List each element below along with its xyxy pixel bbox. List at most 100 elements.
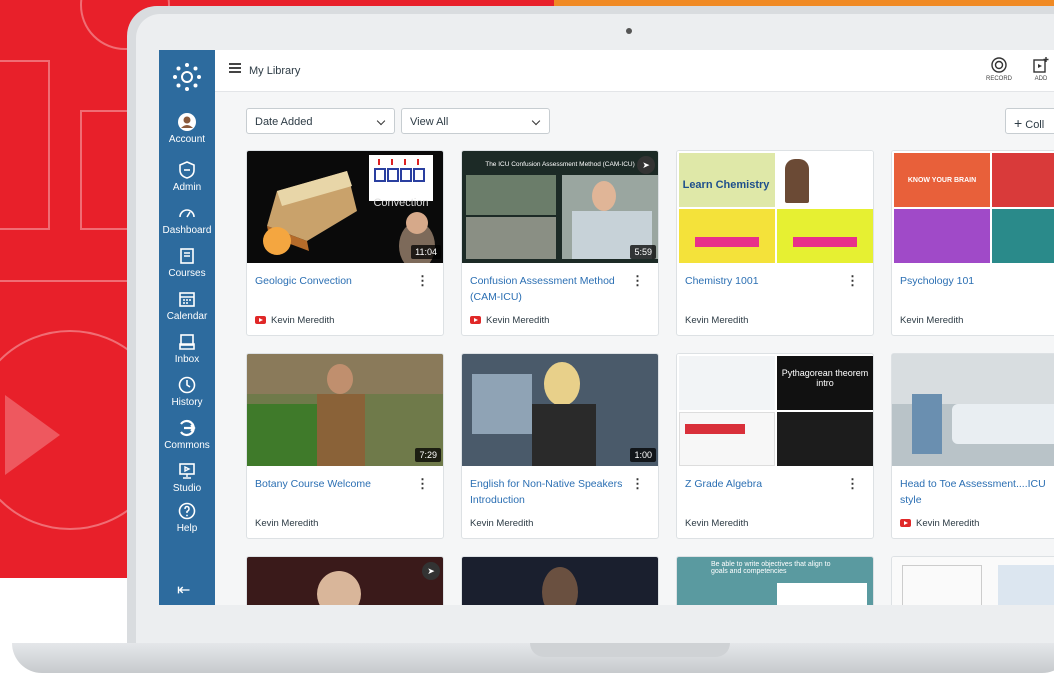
card-title[interactable]: Confusion Assessment Method (CAM-ICU)	[470, 273, 630, 305]
video-thumbnail[interactable]: ➤	[247, 557, 443, 605]
thumb-quadrant	[992, 153, 1054, 207]
card-title[interactable]: Botany Course Welcome	[255, 476, 415, 492]
owner-name: Kevin Meredith	[900, 315, 964, 326]
collapse-nav-icon[interactable]: ⇤	[177, 580, 190, 600]
video-thumbnail[interactable]: The ICU Confusion Assessment Method (CAM…	[462, 151, 658, 263]
add-button[interactable]: ADD	[1021, 56, 1054, 82]
media-card[interactable]: Learn Chemistry Chemistry 1001 ⋮ Kevin M…	[676, 150, 874, 336]
thumb-quadrant	[894, 209, 990, 263]
decor-rect	[0, 60, 50, 230]
nav-admin[interactable]: Admin	[159, 160, 215, 193]
card-title[interactable]: English for Non-Native Speakers Introduc…	[470, 476, 630, 508]
video-thumbnail[interactable]: Convection 11:04	[247, 151, 443, 263]
laptop-notch	[530, 643, 730, 657]
thumb-caption: Convection	[373, 197, 429, 209]
card-title[interactable]: Psychology 101	[900, 273, 1054, 289]
nav-label: Account	[168, 134, 206, 145]
thumb-caption: KNOW YOUR BRAIN	[907, 177, 977, 184]
thumb-tractor	[247, 404, 317, 466]
nav-label: Admin	[172, 182, 202, 193]
card-owner: Kevin Meredith	[685, 315, 748, 326]
nav-commons[interactable]: Commons	[159, 418, 215, 451]
more-options-icon[interactable]: ⋮	[846, 273, 859, 289]
video-thumbnail[interactable]: 1:00	[462, 354, 658, 466]
record-button[interactable]: RECORD	[979, 56, 1019, 82]
nav-inbox[interactable]: Inbox	[159, 332, 215, 365]
nav-help[interactable]: Help	[159, 501, 215, 534]
thumb-caption: Be able to write objectives that align t…	[711, 561, 831, 575]
video-thumbnail[interactable]	[892, 354, 1054, 466]
rocket-badge-icon: ➤	[422, 562, 440, 580]
nav-studio[interactable]: Studio	[159, 461, 215, 494]
thumb-frame	[466, 175, 556, 215]
video-thumbnail[interactable]	[462, 557, 658, 605]
owner-name: Kevin Meredith	[255, 518, 319, 529]
view-select[interactable]: View All	[401, 108, 550, 134]
video-thumbnail[interactable]	[892, 557, 1054, 605]
thumb-frame	[777, 583, 867, 605]
sort-value: Date Added	[255, 116, 313, 128]
media-card[interactable]: KNOW YOUR BRAIN Psychology 101 Kevin Mer…	[891, 150, 1054, 336]
thumb-frame	[998, 565, 1054, 605]
thumb-quadrant	[679, 356, 775, 410]
thumb-frame	[472, 374, 532, 434]
card-title[interactable]: Geologic Convection	[255, 273, 415, 289]
video-thumbnail[interactable]: Pythagorean theorem intro	[677, 354, 873, 466]
card-owner: Kevin Meredith	[685, 518, 748, 529]
nav-label: Commons	[164, 440, 210, 451]
nav-dashboard[interactable]: Dashboard	[159, 203, 215, 236]
add-collection-button[interactable]: + Coll	[1005, 108, 1054, 134]
more-options-icon[interactable]: ⋮	[416, 476, 429, 492]
media-card[interactable]	[891, 556, 1054, 605]
app-screen: Account Admin Dashboard Courses Calendar…	[159, 50, 1054, 605]
chevron-down-icon	[376, 116, 386, 126]
more-options-icon[interactable]: ⋮	[631, 476, 644, 492]
thumb-quadrant	[777, 209, 873, 263]
media-card[interactable]: Head to Toe Assessment....ICU style Kevi…	[891, 353, 1054, 539]
video-thumbnail[interactable]: Learn Chemistry	[677, 151, 873, 263]
nav-courses[interactable]: Courses	[159, 246, 215, 279]
duration-badge: 5:59	[630, 245, 656, 259]
thumb-figure	[317, 571, 361, 605]
thumb-figure	[592, 181, 616, 211]
sort-select[interactable]: Date Added	[246, 108, 395, 134]
video-thumbnail[interactable]: KNOW YOUR BRAIN	[892, 151, 1054, 263]
media-card[interactable]: ➤	[246, 556, 444, 605]
video-thumbnail[interactable]: Be able to write objectives that align t…	[677, 557, 873, 605]
youtube-icon	[255, 316, 266, 324]
card-owner: Kevin Meredith	[470, 315, 549, 326]
thumb-figure	[317, 394, 365, 466]
record-label: RECORD	[985, 76, 1012, 82]
nav-label: Studio	[172, 483, 202, 494]
video-thumbnail[interactable]: 7:29	[247, 354, 443, 466]
thumb-figure	[532, 404, 596, 466]
canvas-logo-icon[interactable]	[172, 62, 202, 92]
media-card[interactable]: Pythagorean theorem intro Z Grade Algebr…	[676, 353, 874, 539]
more-options-icon[interactable]: ⋮	[846, 476, 859, 492]
card-title[interactable]: Z Grade Algebra	[685, 476, 845, 492]
nav-history[interactable]: History	[159, 375, 215, 408]
add-media-icon	[1033, 57, 1049, 73]
media-card[interactable]: The ICU Confusion Assessment Method (CAM…	[461, 150, 659, 336]
menu-icon[interactable]	[229, 63, 241, 73]
media-card[interactable]: Be able to write objectives that align t…	[676, 556, 874, 605]
media-card[interactable]	[461, 556, 659, 605]
nav-calendar[interactable]: Calendar	[159, 289, 215, 322]
global-nav: Account Admin Dashboard Courses Calendar…	[159, 50, 215, 605]
thumb-figure	[327, 364, 353, 394]
card-owner: Kevin Meredith	[900, 315, 963, 326]
plus-icon: +	[1014, 115, 1023, 131]
nav-label: Courses	[168, 268, 206, 279]
media-card[interactable]: 1:00 English for Non-Native Speakers Int…	[461, 353, 659, 539]
more-options-icon[interactable]: ⋮	[416, 273, 429, 289]
nav-account[interactable]: Account	[159, 112, 215, 145]
nav-label: History	[171, 397, 203, 408]
card-title[interactable]: Chemistry 1001	[685, 273, 845, 289]
card-title[interactable]: Head to Toe Assessment....ICU style	[900, 476, 1054, 508]
top-bar: My Library RECORD ADD	[215, 50, 1054, 92]
media-card[interactable]: 7:29 Botany Course Welcome ⋮ Kevin Mered…	[246, 353, 444, 539]
view-value: View All	[410, 116, 449, 128]
media-card[interactable]: Convection 11:04 Geologic Convection ⋮ K…	[246, 150, 444, 336]
page-title: My Library	[249, 65, 301, 77]
more-options-icon[interactable]: ⋮	[631, 273, 644, 289]
